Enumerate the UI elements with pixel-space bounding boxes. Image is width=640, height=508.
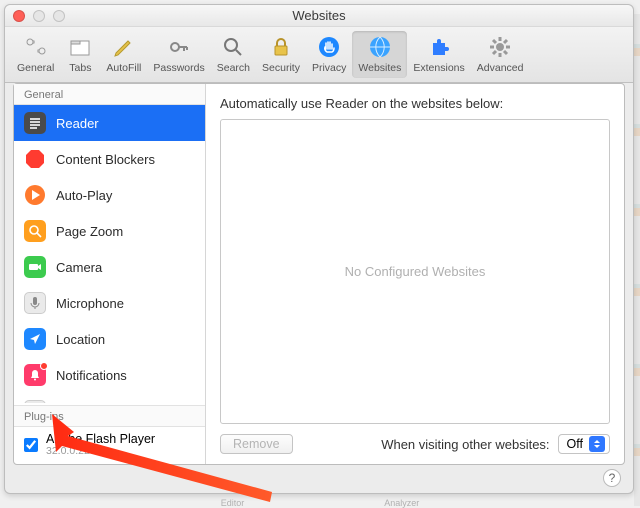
visiting-select[interactable]: Off <box>558 434 610 454</box>
websites-list[interactable]: No Configured Websites <box>220 119 610 424</box>
zoom-icon <box>24 220 46 242</box>
plugin-version: 32.0.0.223 <box>46 446 155 458</box>
visiting-value: Off <box>567 437 583 451</box>
sidebar-item-label: Reader <box>56 116 99 131</box>
sidebar-item-page-zoom[interactable]: Page Zoom <box>14 213 205 249</box>
sidebar-item-label: Content Blockers <box>56 152 155 167</box>
reader-icon <box>24 112 46 134</box>
lock-icon <box>267 33 295 61</box>
key-icon <box>165 33 193 61</box>
tab-extensions[interactable]: Extensions <box>407 31 470 78</box>
main-footer: Remove When visiting other websites: Off <box>220 434 610 454</box>
sidebar-item-reader[interactable]: Reader <box>14 105 205 141</box>
tab-privacy[interactable]: Privacy <box>306 31 352 78</box>
window-icon <box>24 400 46 403</box>
help-button[interactable]: ? <box>603 469 621 487</box>
sidebar-item-microphone[interactable]: Microphone <box>14 285 205 321</box>
tab-tabs[interactable]: Tabs <box>60 31 100 78</box>
window-title: Websites <box>5 8 633 23</box>
puzzle-icon <box>425 33 453 61</box>
sidebar-item-label: Microphone <box>56 296 124 311</box>
sidebar-item-location[interactable]: Location <box>14 321 205 357</box>
sidebar-item-label: Camera <box>56 260 102 275</box>
sidebar-item-content-blockers[interactable]: Content Blockers <box>14 141 205 177</box>
pencil-icon <box>110 33 138 61</box>
sidebar-item-label: Notifications <box>56 368 127 383</box>
background-strip <box>634 14 640 506</box>
switches-icon <box>22 33 50 61</box>
location-icon <box>24 328 46 350</box>
empty-placeholder: No Configured Websites <box>345 264 486 279</box>
tabs-icon <box>66 33 94 61</box>
sidebar-item-notifications[interactable]: Notifications <box>14 357 205 393</box>
plugin-row-flash[interactable]: Adobe Flash Player 32.0.0.223 <box>14 427 205 464</box>
stop-icon <box>24 148 46 170</box>
remove-button[interactable]: Remove <box>220 434 293 454</box>
tab-passwords[interactable]: Passwords <box>147 31 210 78</box>
sidebar-general-header: General <box>14 84 205 105</box>
plugin-name: Adobe Flash Player <box>46 433 155 447</box>
content-pane: General Reader Content Blockers <box>13 83 625 465</box>
sidebar-list: Reader Content Blockers Auto-Play <box>14 105 205 403</box>
preferences-window: Websites General Tabs AutoFill Passwords <box>4 4 634 494</box>
camera-icon <box>24 256 46 278</box>
tab-security[interactable]: Security <box>256 31 306 78</box>
sidebar-item-label: Page Zoom <box>56 224 123 239</box>
tab-autofill[interactable]: AutoFill <box>100 31 147 78</box>
plugin-checkbox[interactable] <box>24 438 38 452</box>
main-pane: Automatically use Reader on the websites… <box>206 84 624 464</box>
background-caption: EditorAnalyzer <box>0 498 640 506</box>
sidebar-plugins-header: Plug-ins <box>14 405 205 427</box>
sidebar-item-label: Location <box>56 332 105 347</box>
stepper-icon <box>589 436 605 452</box>
tab-general[interactable]: General <box>11 31 60 78</box>
globe-icon <box>366 33 394 61</box>
gear-icon <box>486 33 514 61</box>
microphone-icon <box>24 292 46 314</box>
sidebar: General Reader Content Blockers <box>14 84 206 464</box>
sidebar-item-label: Auto-Play <box>56 188 112 203</box>
bell-icon <box>24 364 46 386</box>
toolbar: General Tabs AutoFill Passwords Search <box>5 27 633 83</box>
play-icon <box>24 184 46 206</box>
sidebar-item-camera[interactable]: Camera <box>14 249 205 285</box>
main-heading: Automatically use Reader on the websites… <box>220 96 610 111</box>
visiting-label: When visiting other websites: <box>381 437 549 452</box>
tab-search[interactable]: Search <box>211 31 256 78</box>
notification-badge <box>40 362 48 370</box>
sidebar-item-auto-play[interactable]: Auto-Play <box>14 177 205 213</box>
tab-websites[interactable]: Websites <box>352 31 407 78</box>
titlebar: Websites <box>5 5 633 27</box>
hand-icon <box>315 33 343 61</box>
sidebar-item-popup-windows[interactable]: Pop-up Windows <box>14 393 205 403</box>
search-icon <box>219 33 247 61</box>
tab-advanced[interactable]: Advanced <box>471 31 530 78</box>
